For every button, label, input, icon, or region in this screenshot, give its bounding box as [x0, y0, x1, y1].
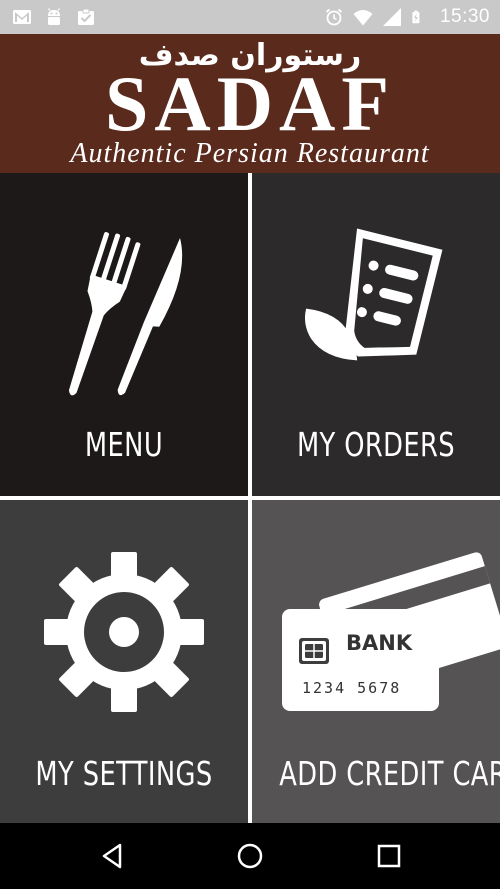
gear-icon [44, 552, 204, 712]
home-icon[interactable] [235, 841, 265, 871]
status-system: 15:30 [324, 6, 490, 28]
back-icon[interactable] [98, 841, 128, 871]
menu-tile[interactable]: MENU [0, 173, 248, 496]
restaurant-tagline: Authentic Persian Restaurant [70, 138, 430, 169]
signal-icon [382, 8, 401, 26]
card-number-text: 1234 5678 [302, 679, 401, 697]
android-icon [48, 8, 60, 25]
wifi-icon [353, 10, 373, 26]
main-menu-grid: MENU MY ORDERS MY SETTINGS BANK 1234 567… [0, 173, 500, 823]
credit-card-icon: BANK 1234 5678 [282, 552, 500, 711]
my-settings-tile[interactable]: MY SETTINGS [0, 500, 248, 823]
status-time: 15:30 [439, 6, 490, 27]
my-orders-label: MY ORDERS [296, 425, 456, 464]
status-bar: 15:30 [0, 0, 500, 34]
battery-charging-icon [412, 10, 420, 24]
gmail-icon [13, 10, 31, 24]
recent-apps-icon[interactable] [374, 841, 404, 871]
add-credit-card-tile[interactable]: BANK 1234 5678 ADD CREDIT CARD [252, 500, 500, 823]
my-orders-tile[interactable]: MY ORDERS [252, 173, 500, 496]
status-notifications [12, 7, 96, 27]
clipboard-check-icon [78, 8, 94, 25]
restaurant-brand: SADAF [104, 60, 395, 147]
fork-knife-icon [68, 232, 183, 396]
alarm-icon [325, 8, 343, 26]
menu-label: MENU [84, 425, 164, 464]
card-bank-text: BANK [346, 631, 413, 655]
my-settings-label: MY SETTINGS [35, 754, 213, 793]
navigation-bar [0, 823, 500, 889]
restaurant-header: رستوران صدف SADAF Authentic Persian Rest… [0, 34, 500, 173]
receipt-icon [305, 228, 443, 361]
add-credit-card-label: ADD CREDIT CARD [279, 754, 500, 793]
